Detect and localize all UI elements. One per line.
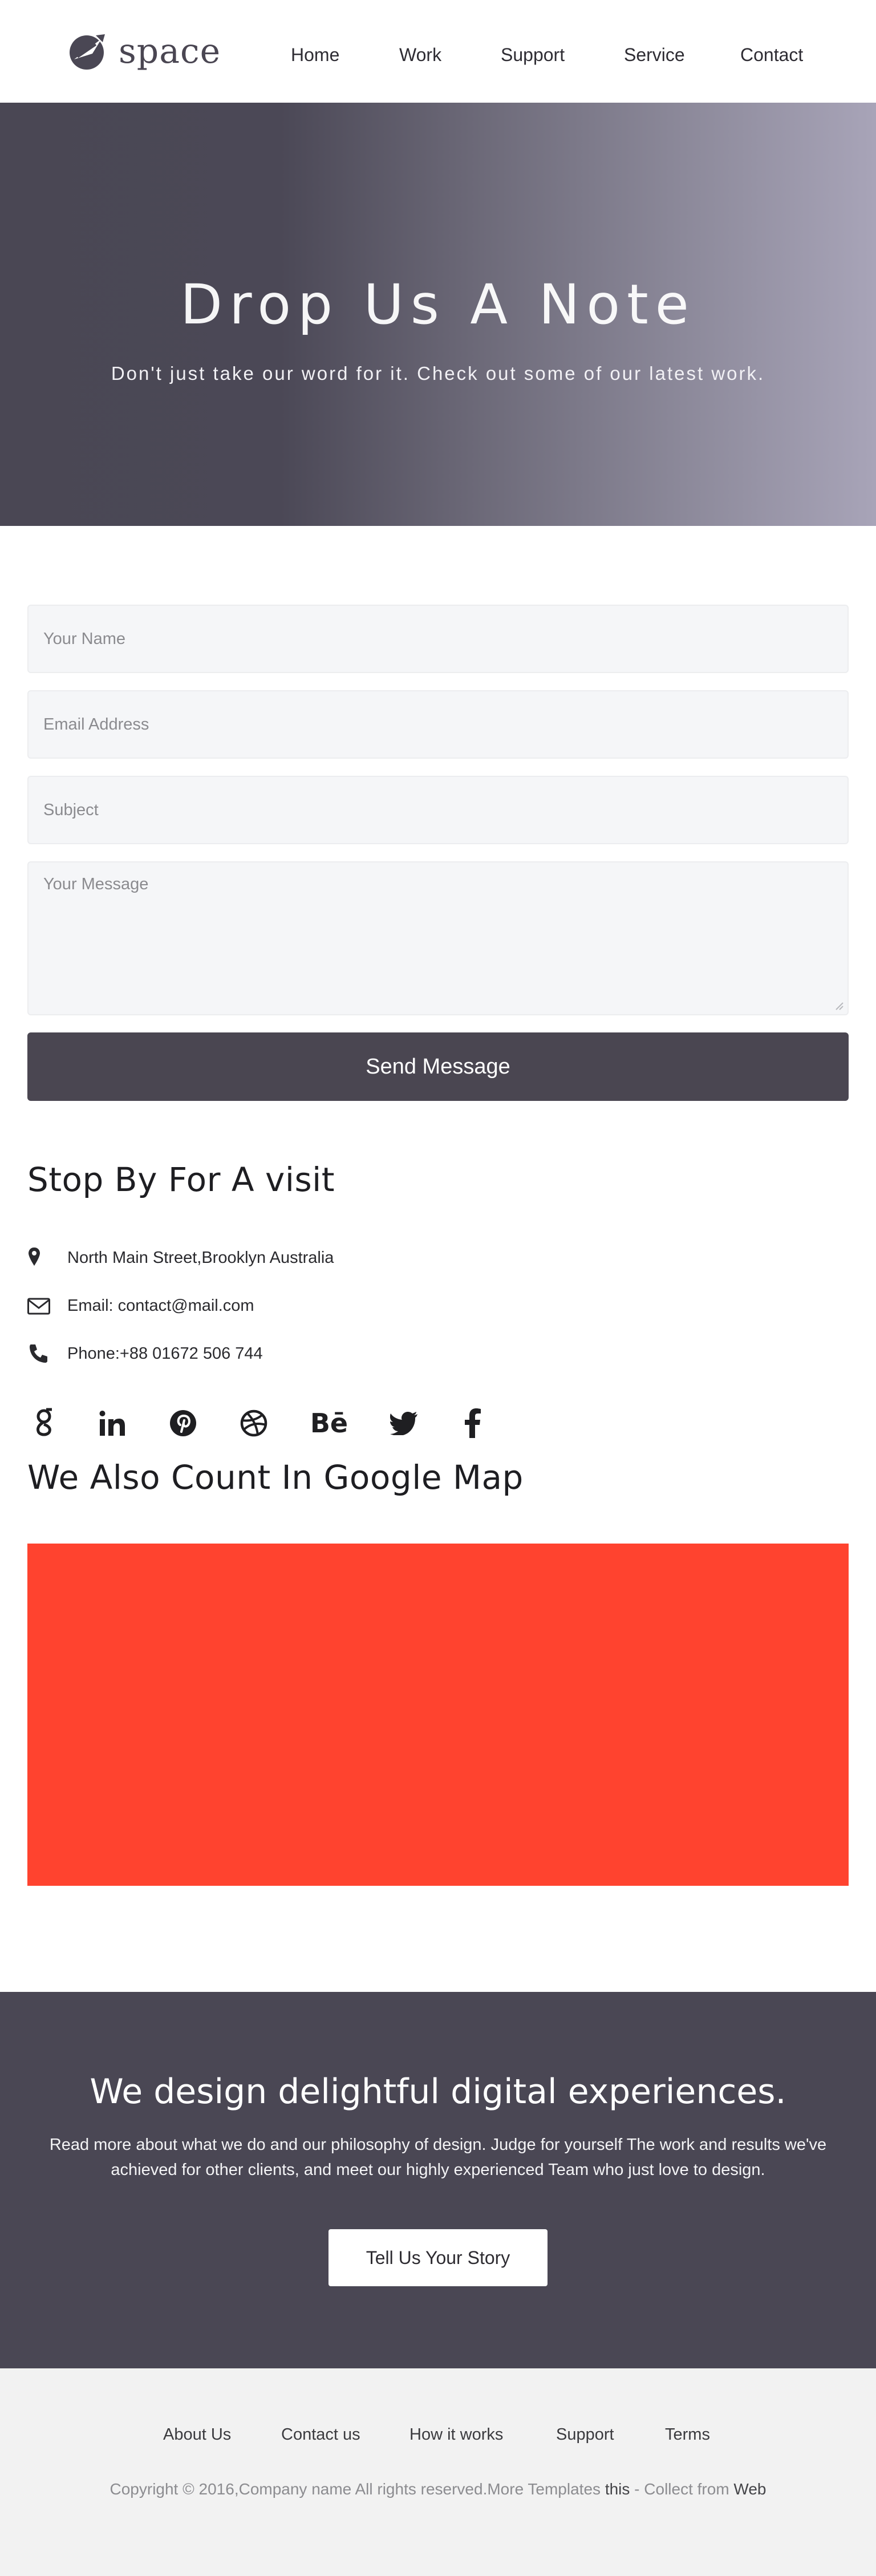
address-row: North Main Street,Brooklyn Australia — [27, 1244, 334, 1272]
cta-section: We design delightful digital experiences… — [0, 1992, 876, 2368]
copyright-text: Copyright © 2016,Company name All rights… — [110, 2480, 605, 2498]
site-footer: About Us Contact us How it works Support… — [0, 2368, 876, 2576]
phone-icon — [30, 1344, 47, 1363]
dribbble-icon[interactable] — [235, 1404, 273, 1442]
name-input[interactable] — [27, 605, 849, 673]
twitter-icon[interactable] — [386, 1404, 423, 1442]
map-marker-icon — [29, 1248, 40, 1266]
email-input[interactable] — [27, 690, 849, 759]
copyright-link-this[interactable]: this — [605, 2480, 630, 2498]
google-plus-icon[interactable] — [25, 1404, 63, 1442]
social-links: Bē — [0, 1404, 876, 1444]
cta-text: Read more about what we do and our philo… — [49, 2136, 827, 2179]
footer-link-contact[interactable]: Contact us — [281, 2425, 360, 2444]
behance-icon[interactable]: Bē — [310, 1404, 348, 1442]
visit-heading: Stop By For A visit — [27, 1160, 335, 1199]
address-text: North Main Street,Brooklyn Australia — [67, 1248, 334, 1267]
footer-link-about[interactable]: About Us — [163, 2425, 231, 2444]
email-row: Email: contact@mail.com — [27, 1291, 254, 1320]
nav-support[interactable]: Support — [501, 44, 565, 66]
nav-service[interactable]: Service — [624, 44, 685, 66]
message-wrapper — [27, 861, 849, 1015]
phone-text: Phone:+88 01672 506 744 — [67, 1344, 263, 1363]
hero-title: Drop Us A Note — [180, 273, 696, 337]
hero-subtitle: Don't just take our word for it. Check o… — [111, 363, 765, 384]
map-heading: We Also Count In Google Map — [27, 1458, 524, 1497]
google-map[interactable] — [27, 1544, 849, 1886]
nav-contact[interactable]: Contact — [740, 44, 803, 66]
message-textarea[interactable] — [27, 861, 849, 1015]
envelope-icon — [27, 1298, 50, 1315]
resize-grip-icon[interactable] — [833, 999, 844, 1011]
email-text: Email: contact@mail.com — [67, 1296, 254, 1315]
nav-work[interactable]: Work — [399, 44, 441, 66]
copyright: Copyright © 2016,Company name All rights… — [0, 2480, 876, 2498]
footer-link-terms[interactable]: Terms — [665, 2425, 710, 2444]
pinterest-icon[interactable] — [164, 1404, 202, 1442]
copyright-mid: - Collect from — [630, 2480, 734, 2498]
nav-home[interactable]: Home — [291, 44, 339, 66]
main-nav: Home Work Support Service Contact — [0, 44, 876, 70]
phone-row: Phone:+88 01672 506 744 — [27, 1339, 263, 1368]
cta-title: We design delightful digital experiences… — [90, 2072, 786, 2112]
send-message-button[interactable]: Send Message — [27, 1032, 849, 1101]
footer-link-how-it-works[interactable]: How it works — [409, 2425, 503, 2444]
footer-link-support[interactable]: Support — [556, 2425, 614, 2444]
hero-banner: Drop Us A Note Don't just take our word … — [0, 103, 876, 526]
tell-story-button[interactable]: Tell Us Your Story — [328, 2229, 548, 2286]
facebook-icon[interactable] — [454, 1404, 492, 1442]
subject-input[interactable] — [27, 776, 849, 844]
copyright-link-web[interactable]: Web — [733, 2480, 766, 2498]
linkedin-icon[interactable] — [94, 1404, 131, 1442]
site-header: space Home Work Support Service Contact — [0, 0, 876, 103]
